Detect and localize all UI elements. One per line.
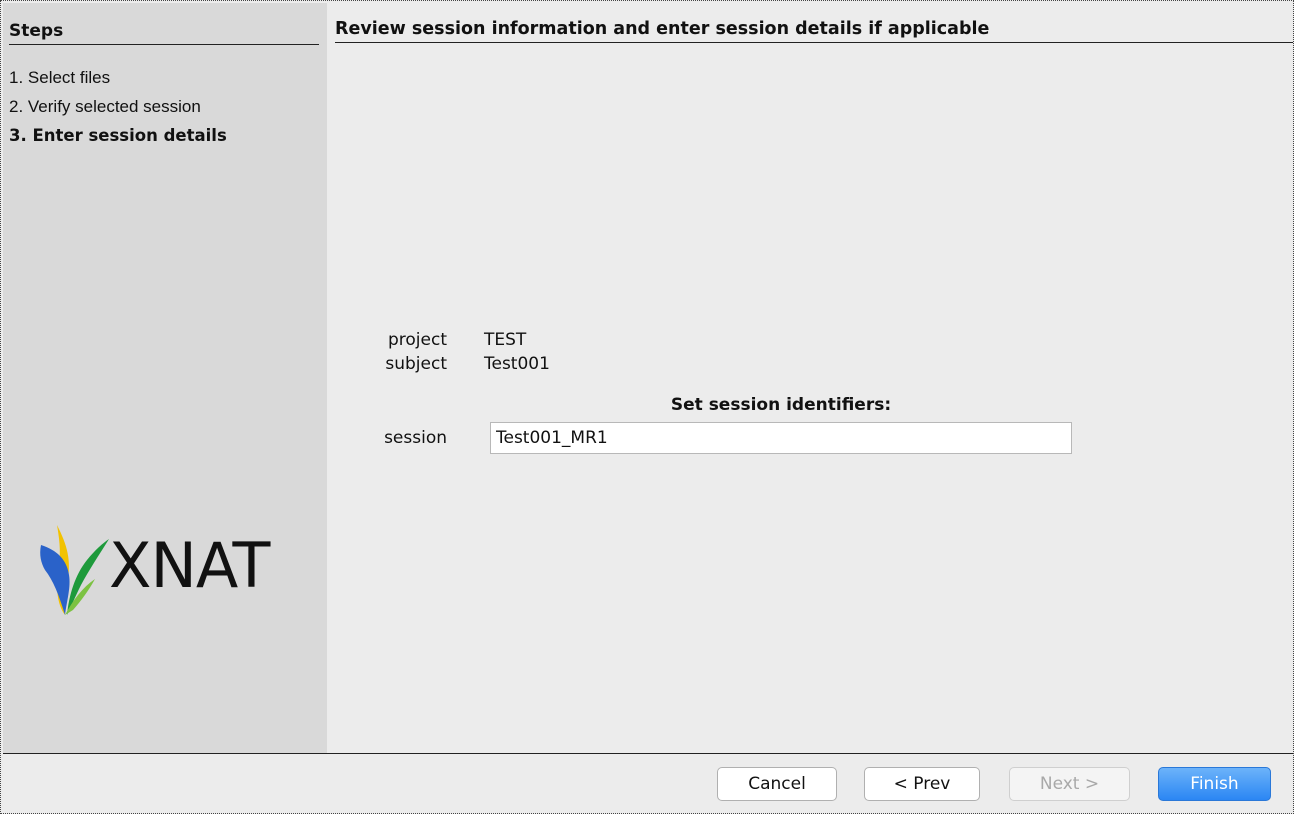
- cancel-button[interactable]: Cancel: [717, 767, 837, 801]
- steps-title: Steps: [9, 21, 319, 45]
- session-label: session: [384, 428, 447, 448]
- step-verify-session: 2. Verify selected session: [9, 97, 201, 116]
- steps-sidebar: Steps 1. Select files 2. Verify selected…: [3, 3, 327, 753]
- subject-label: subject: [385, 354, 447, 374]
- next-button[interactable]: Next >: [1009, 767, 1130, 801]
- page-title: Review session information and enter ses…: [335, 19, 1293, 43]
- project-label: project: [387, 330, 447, 350]
- session-identifiers-heading: Set session identifiers:: [670, 395, 892, 415]
- step-enter-session-details: 3. Enter session details: [9, 126, 227, 145]
- step-select-files: 1. Select files: [9, 68, 111, 87]
- session-input[interactable]: [490, 422, 1072, 454]
- footer-divider: [3, 753, 1293, 754]
- xnat-logo: XNAT: [37, 515, 317, 625]
- xnat-logo-text: XNAT: [109, 529, 270, 602]
- subject-value: Test001: [484, 354, 550, 374]
- project-value: TEST: [484, 330, 527, 350]
- prev-button[interactable]: < Prev: [864, 767, 980, 801]
- finish-button[interactable]: Finish: [1158, 767, 1271, 801]
- wizard-window: Steps 1. Select files 2. Verify selected…: [0, 0, 1294, 814]
